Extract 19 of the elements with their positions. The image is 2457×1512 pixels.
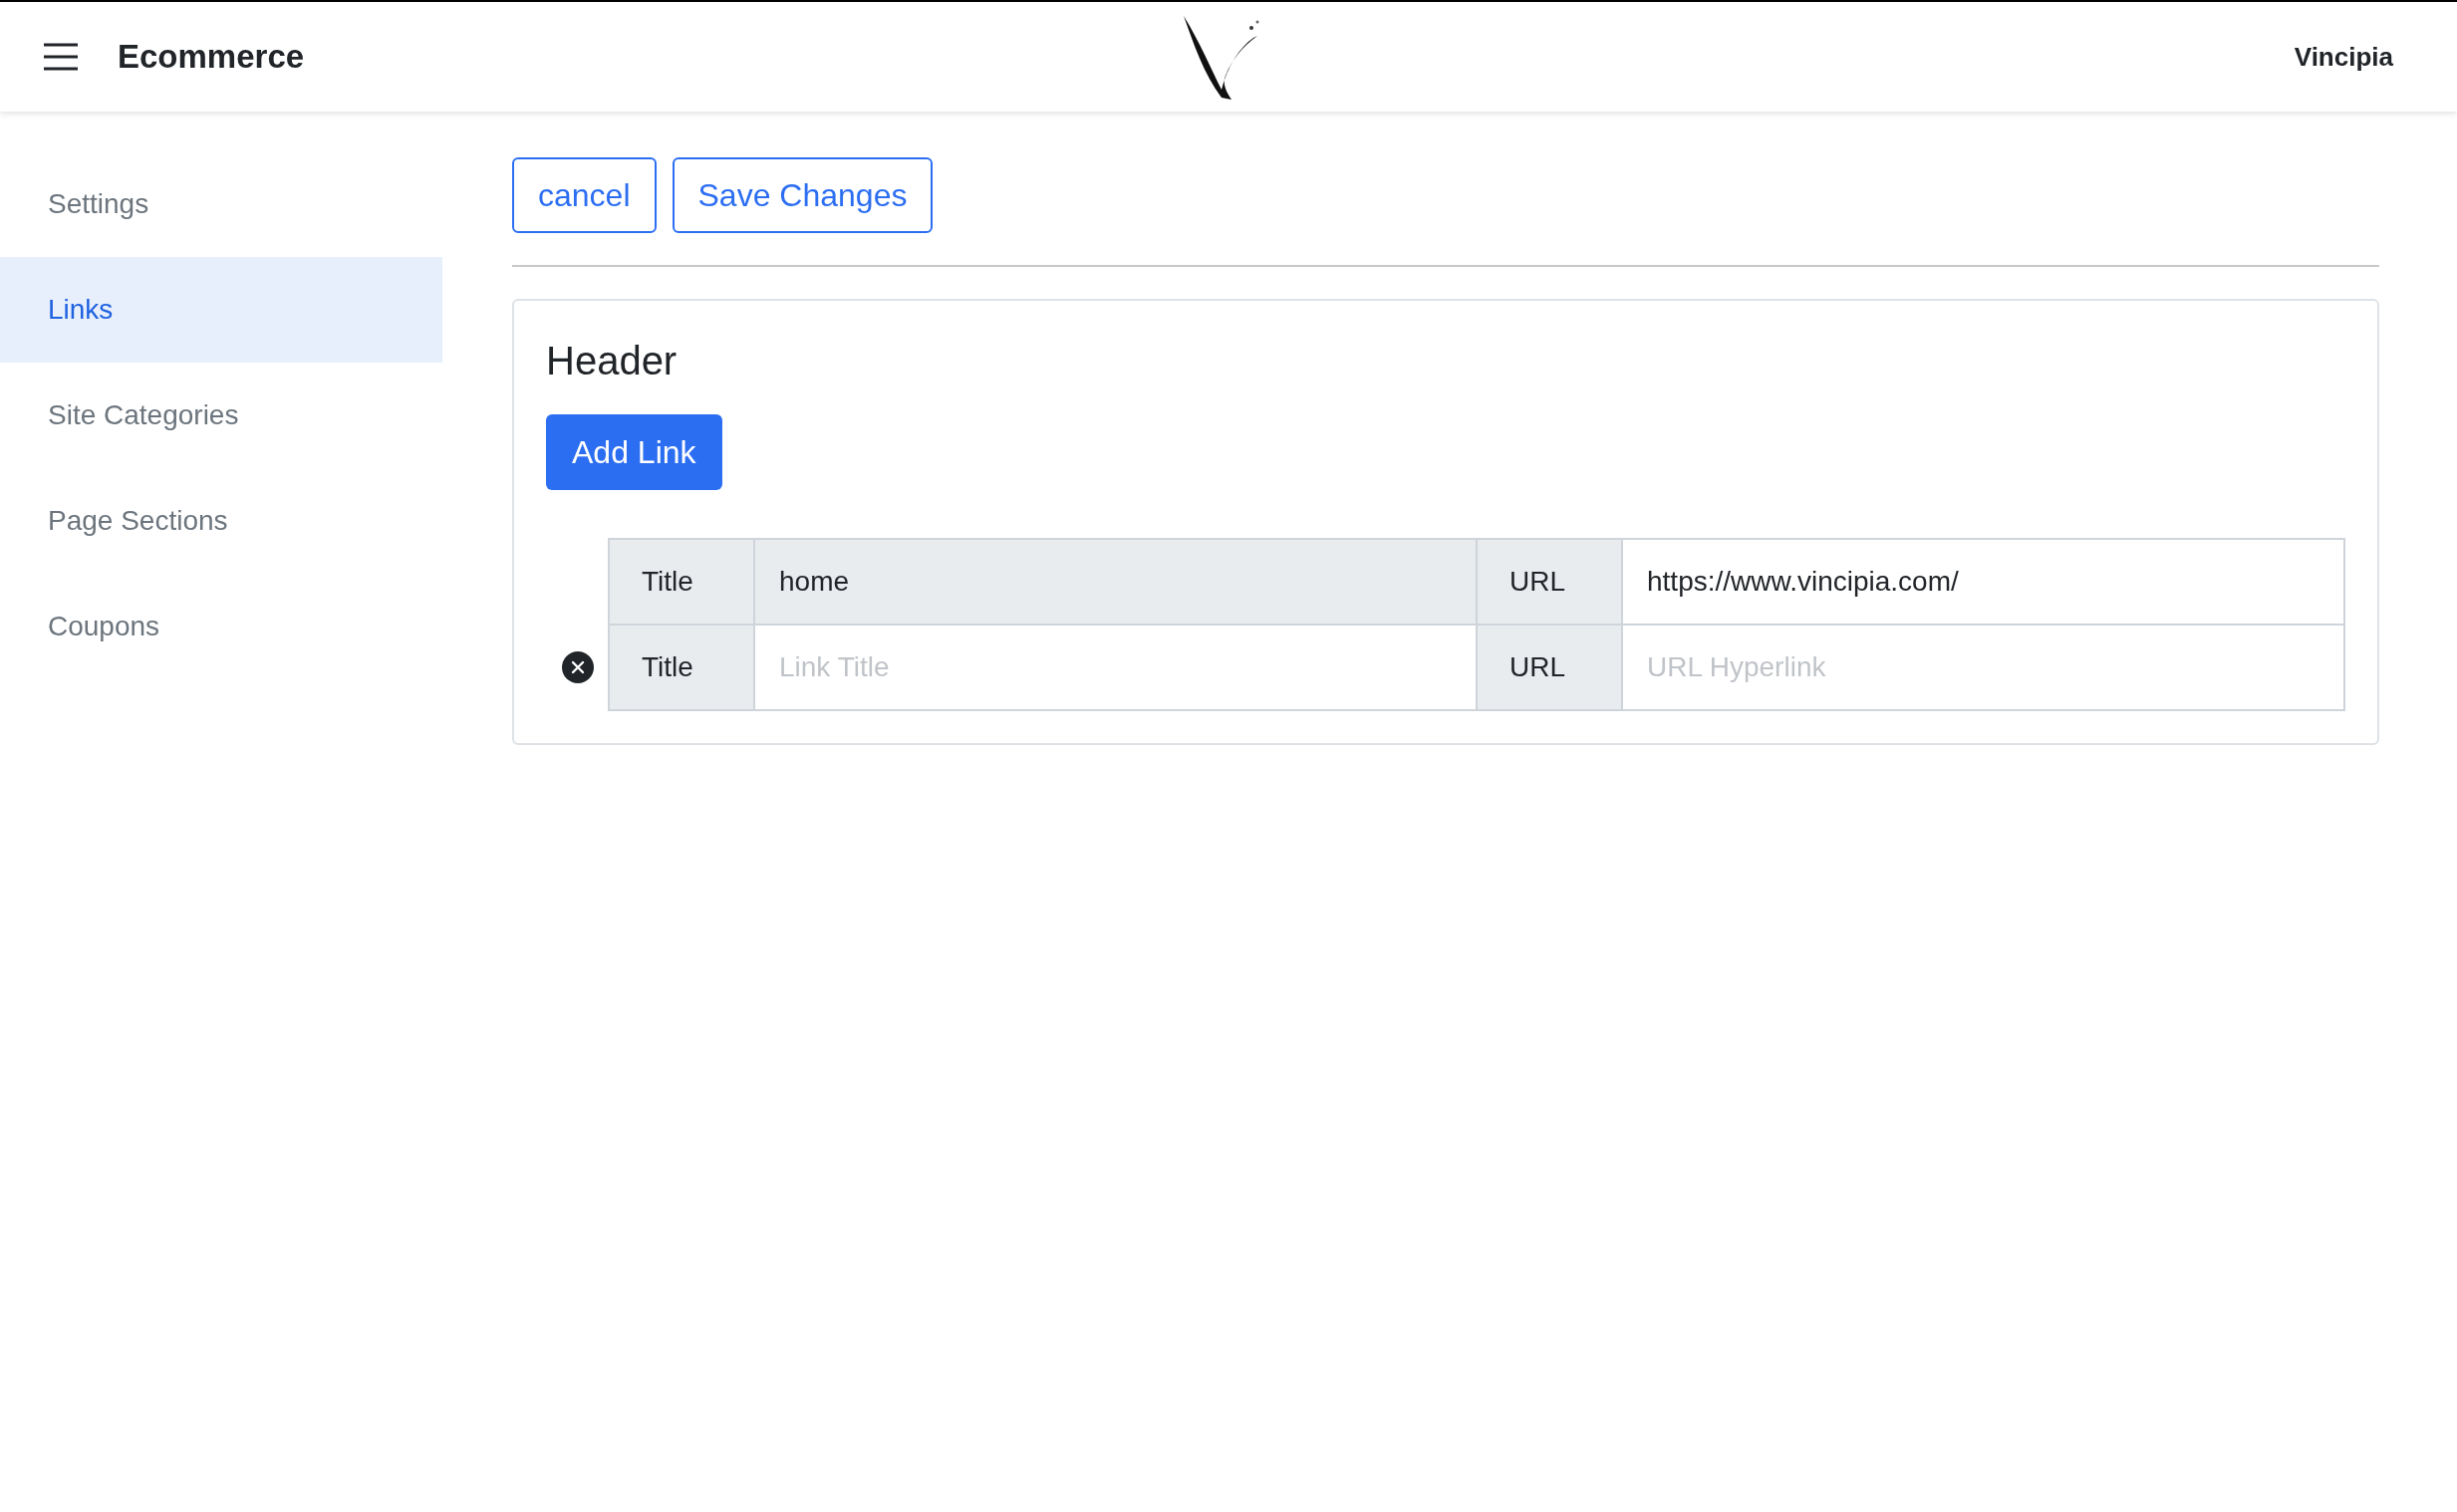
url-field[interactable]: https://www.vincipia.com/	[1621, 538, 2345, 626]
field-label: Title	[608, 624, 755, 711]
sidebar-item[interactable]: Coupons	[0, 574, 442, 679]
toolbar-button[interactable]: Save Changes	[672, 157, 934, 233]
sidebar-item[interactable]: Links	[0, 257, 442, 363]
field-label: URL	[1476, 624, 1623, 711]
url-field[interactable]: URL Hyperlink	[1621, 624, 2345, 711]
menu-icon[interactable]	[44, 43, 78, 71]
add-link-button[interactable]: Add Link	[546, 414, 722, 490]
section-title: Header	[546, 338, 679, 384]
toolbar-button[interactable]: cancel	[512, 157, 657, 233]
brand-name[interactable]: Ecommerce	[118, 32, 305, 82]
field-label: URL	[1476, 538, 1623, 626]
remove-icon[interactable]	[562, 651, 594, 683]
sidebar-item[interactable]: Page Sections	[0, 468, 442, 574]
sidebar-item[interactable]: Settings	[0, 151, 442, 257]
field-label: Title	[608, 538, 755, 626]
sidebar-item[interactable]: Site Categories	[0, 363, 442, 468]
account-name[interactable]: Vincipia	[2294, 37, 2393, 77]
